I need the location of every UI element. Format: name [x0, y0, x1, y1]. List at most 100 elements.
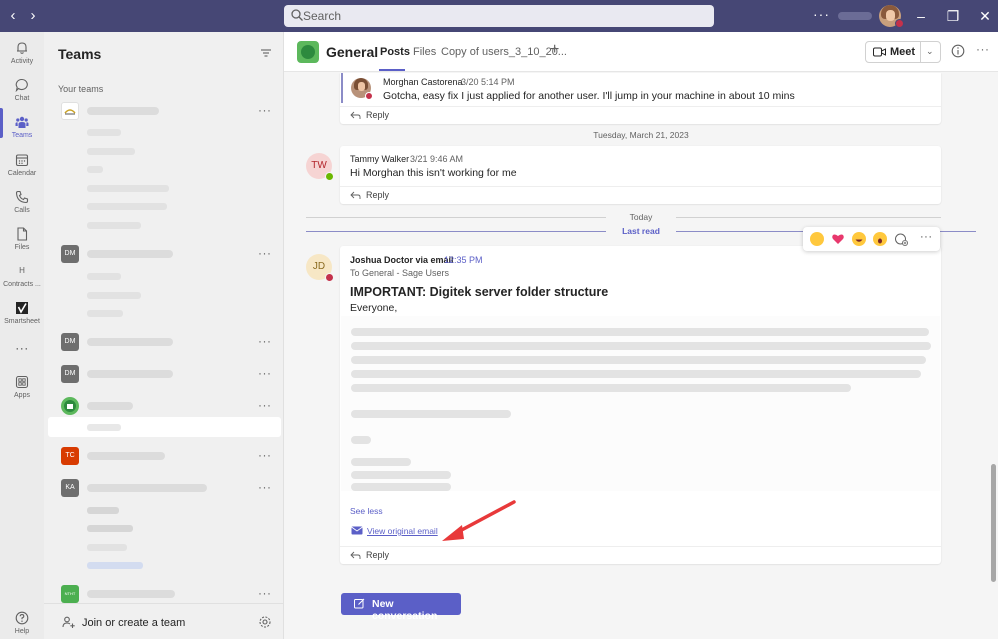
more-options-icon[interactable]: ··· [258, 398, 272, 412]
channel-item[interactable] [87, 507, 119, 514]
team-item[interactable]: KA ··· [44, 477, 284, 499]
tab-posts[interactable]: Posts [380, 46, 410, 58]
thread-indicator [341, 73, 343, 103]
message-text: Gotcha, easy fix I just applied for anot… [383, 90, 795, 102]
view-original-email-link[interactable]: View original email [367, 526, 438, 536]
rail-item-chat[interactable]: Chat [0, 75, 44, 111]
search-input[interactable]: Search [284, 5, 714, 27]
new-conversation-label: New conversation [372, 598, 438, 622]
tab-files[interactable]: Files [413, 46, 436, 58]
more-options-icon[interactable]: ··· [920, 231, 933, 243]
info-icon[interactable] [951, 44, 965, 58]
more-options-icon[interactable]: ··· [258, 246, 272, 260]
more-options-icon[interactable]: ··· [976, 42, 990, 56]
title-bar: ‹ › Search ··· – ❐ ✕ [0, 0, 998, 32]
your-teams-heading: Your teams [58, 84, 104, 94]
channel-item[interactable] [87, 525, 133, 532]
channel-item[interactable] [87, 292, 141, 299]
mail-icon [351, 526, 363, 535]
rail-item-calls[interactable]: Calls [0, 187, 44, 223]
back-arrow-icon[interactable]: ‹ [4, 7, 22, 25]
email-body-redacted [341, 316, 940, 491]
message-author: Tammy Walker [350, 154, 410, 164]
more-icon: ··· [15, 341, 29, 355]
tab-copy-of-users[interactable]: Copy of users_3_10_20... [441, 46, 567, 58]
team-name-redacted [87, 452, 165, 460]
smartsheet-icon [16, 302, 28, 314]
rail-item-files[interactable]: Files [0, 224, 44, 260]
rail-item-smartsheet[interactable]: Smartsheet [0, 298, 44, 334]
rail-item-help[interactable]: Help [0, 608, 44, 639]
close-icon[interactable]: ✕ [976, 7, 994, 25]
minimize-icon[interactable]: – [912, 7, 930, 25]
gear-icon[interactable] [258, 615, 272, 629]
reply-button[interactable]: Reply [340, 546, 941, 564]
heart-icon[interactable] [831, 232, 845, 246]
search-placeholder: Search [303, 9, 342, 23]
team-name-redacted [87, 402, 133, 410]
channel-item[interactable] [87, 185, 169, 192]
team-item[interactable]: DM ··· [44, 243, 284, 265]
new-conversation-button[interactable]: New conversation [341, 593, 461, 622]
restore-icon[interactable]: ❐ [944, 7, 962, 25]
thumbs-up-icon[interactable] [810, 232, 824, 246]
date-separator: Tuesday, March 21, 2023 [593, 130, 689, 140]
team-item[interactable]: DM ··· [44, 363, 284, 385]
reply-label: Reply [366, 190, 390, 200]
channel-item[interactable] [87, 544, 127, 551]
channel-item[interactable] [87, 562, 143, 569]
channel-item[interactable] [87, 310, 123, 317]
team-item[interactable]: DM ··· [44, 331, 284, 353]
email-message-card: Joshua Doctor via email 12:35 PM To Gene… [340, 246, 941, 564]
message-author: Morghan Castorena [383, 77, 463, 87]
channel-item[interactable] [87, 166, 103, 173]
rail-item-apps[interactable]: Apps [0, 372, 44, 408]
more-options-icon[interactable]: ··· [258, 480, 272, 494]
rail-item-contracts[interactable]: H Contracts ... [0, 261, 44, 297]
more-options-icon[interactable]: ··· [258, 586, 272, 600]
compose-icon [354, 598, 365, 609]
more-options-icon[interactable]: ··· [258, 448, 272, 462]
rail-item-teams[interactable]: Teams [0, 112, 44, 148]
team-item[interactable]: TC ··· [44, 445, 284, 467]
rail-item-calendar[interactable]: Calendar [0, 150, 44, 186]
message-timestamp: 12:35 PM [444, 255, 483, 265]
meet-button[interactable]: Meet ⌄ [865, 41, 941, 63]
more-options-icon[interactable]: ··· [258, 366, 272, 380]
search-icon [291, 9, 303, 21]
channel-item[interactable] [87, 273, 121, 280]
team-logo: NTHT [61, 585, 79, 603]
laugh-icon[interactable] [852, 232, 866, 246]
team-item-current[interactable]: ··· [44, 395, 284, 417]
reply-button[interactable]: Reply [340, 106, 941, 124]
forward-arrow-icon[interactable]: › [24, 7, 42, 25]
rail-label-help: Help [14, 628, 30, 635]
channel-item[interactable] [87, 222, 141, 229]
settings-more-icon[interactable]: ··· [813, 6, 830, 22]
channel-item[interactable] [87, 129, 121, 136]
conversation-scrollbar[interactable] [991, 464, 996, 582]
team-item[interactable]: NTHT ··· [44, 583, 284, 605]
filter-icon[interactable] [259, 46, 273, 60]
reply-label: Reply [366, 110, 390, 120]
add-reaction-icon[interactable] [894, 232, 908, 246]
file-icon [17, 227, 28, 241]
team-item[interactable]: ··· [44, 100, 284, 122]
chevron-down-icon[interactable]: ⌄ [926, 46, 934, 57]
rail-label-smartsheet: Smartsheet [4, 318, 40, 325]
team-logo: TC [61, 447, 79, 465]
rail-item-activity[interactable]: Activity [0, 38, 44, 74]
add-tab-icon[interactable]: + [550, 41, 559, 59]
channel-item[interactable] [87, 148, 135, 155]
reply-icon [350, 111, 361, 119]
team-name-redacted [87, 484, 207, 492]
more-options-icon[interactable]: ··· [258, 103, 272, 117]
rail-item-more[interactable]: ··· [0, 338, 44, 374]
see-less-link[interactable]: See less [350, 506, 383, 516]
surprised-icon[interactable] [873, 232, 887, 246]
more-options-icon[interactable]: ··· [258, 334, 272, 348]
channel-item-selected[interactable] [48, 417, 281, 437]
channel-item[interactable] [87, 203, 167, 210]
reply-button[interactable]: Reply [340, 186, 941, 204]
join-create-team-link[interactable]: Join or create a team [82, 617, 185, 629]
